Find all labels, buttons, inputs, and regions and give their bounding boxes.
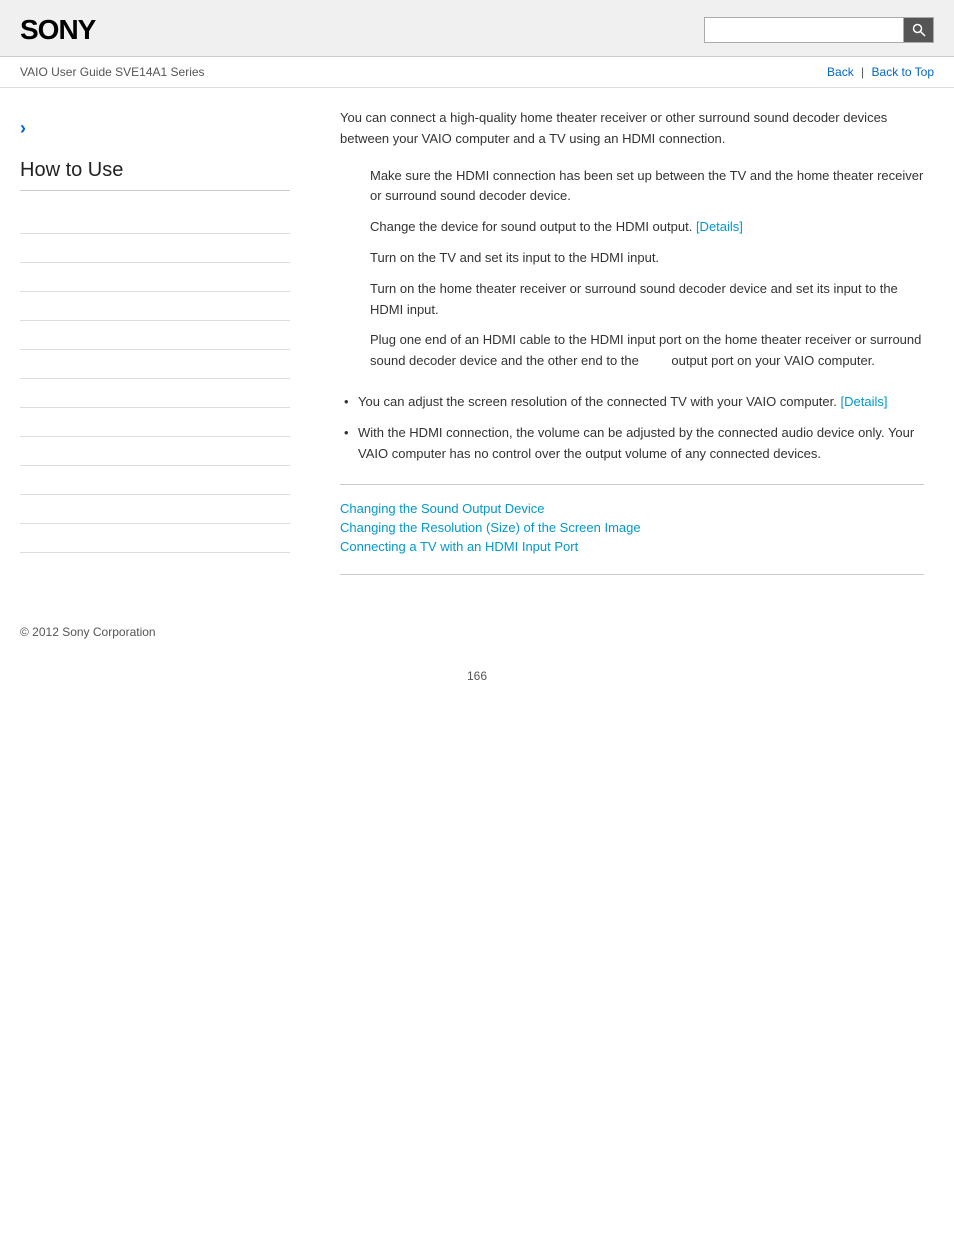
sidebar-link[interactable] (20, 328, 290, 342)
sidebar-link[interactable] (20, 502, 290, 516)
sidebar-link[interactable] (20, 386, 290, 400)
note-1-details-link[interactable]: [Details] (841, 394, 888, 409)
content-intro: You can connect a high-quality home thea… (340, 108, 924, 150)
sidebar-arrow: › (20, 118, 290, 139)
step-1-text: Make sure the HDMI connection has been s… (370, 168, 923, 204)
main-container: › How to Use You can connect a high-qual… (0, 88, 954, 615)
content-step-2: Change the device for sound output to th… (370, 217, 924, 238)
sidebar-link[interactable] (20, 270, 290, 284)
content-step-1: Make sure the HDMI connection has been s… (370, 166, 924, 208)
note-item-1: You can adjust the screen resolution of … (340, 392, 924, 413)
sidebar-link[interactable] (20, 212, 290, 226)
content-notes: You can adjust the screen resolution of … (340, 392, 924, 464)
breadcrumb-nav: Back | Back to Top (827, 65, 934, 79)
related-link-3[interactable]: Connecting a TV with an HDMI Input Port (340, 539, 924, 554)
sidebar-link[interactable] (20, 357, 290, 371)
sony-logo: SONY (20, 14, 95, 46)
sidebar-link[interactable] (20, 473, 290, 487)
sidebar-link[interactable] (20, 415, 290, 429)
list-item (20, 234, 290, 263)
copyright-text: © 2012 Sony Corporation (20, 625, 156, 639)
step-4-text: Turn on the home theater receiver or sur… (370, 281, 898, 317)
list-item (20, 379, 290, 408)
list-item (20, 437, 290, 466)
content-steps: Make sure the HDMI connection has been s… (370, 166, 924, 372)
sidebar: › How to Use (0, 88, 310, 615)
step-2-text: Change the device for sound output to th… (370, 219, 696, 234)
related-link-2[interactable]: Changing the Resolution (Size) of the Sc… (340, 520, 924, 535)
list-item (20, 524, 290, 553)
related-link-1[interactable]: Changing the Sound Output Device (340, 501, 924, 516)
search-area (704, 17, 934, 43)
list-item (20, 466, 290, 495)
list-item (20, 350, 290, 379)
breadcrumb-separator: | (861, 65, 864, 79)
header: SONY (0, 0, 954, 57)
sidebar-link[interactable] (20, 299, 290, 313)
content-step-3: Turn on the TV and set its input to the … (370, 248, 924, 269)
sidebar-link[interactable] (20, 531, 290, 545)
search-input[interactable] (704, 17, 904, 43)
back-link[interactable]: Back (827, 65, 854, 79)
list-item (20, 263, 290, 292)
back-to-top-link[interactable]: Back to Top (872, 65, 934, 79)
sidebar-links (20, 205, 290, 553)
note-1-text: You can adjust the screen resolution of … (358, 394, 841, 409)
content-step-5: Plug one end of an HDMI cable to the HDM… (370, 330, 924, 372)
content-step-4: Turn on the home theater receiver or sur… (370, 279, 924, 321)
page-footer: © 2012 Sony Corporation (0, 615, 954, 649)
list-item (20, 321, 290, 350)
step-5-text: Plug one end of an HDMI cable to the HDM… (370, 332, 921, 368)
list-item (20, 292, 290, 321)
page-number: 166 (0, 649, 954, 693)
content-area: You can connect a high-quality home thea… (310, 88, 954, 615)
note-item-2: With the HDMI connection, the volume can… (340, 423, 924, 465)
breadcrumb-bar: VAIO User Guide SVE14A1 Series Back | Ba… (0, 57, 954, 88)
related-section: Changing the Sound Output Device Changin… (340, 484, 924, 575)
note-2-text: With the HDMI connection, the volume can… (358, 425, 914, 461)
sidebar-link[interactable] (20, 444, 290, 458)
guide-label: VAIO User Guide SVE14A1 Series (20, 65, 205, 79)
step-2-details-link[interactable]: [Details] (696, 219, 743, 234)
search-icon (912, 23, 926, 37)
step-3-text: Turn on the TV and set its input to the … (370, 250, 659, 265)
list-item (20, 495, 290, 524)
list-item (20, 205, 290, 234)
search-button[interactable] (904, 17, 934, 43)
list-item (20, 408, 290, 437)
sidebar-link[interactable] (20, 241, 290, 255)
sidebar-section-title: How to Use (20, 159, 290, 191)
